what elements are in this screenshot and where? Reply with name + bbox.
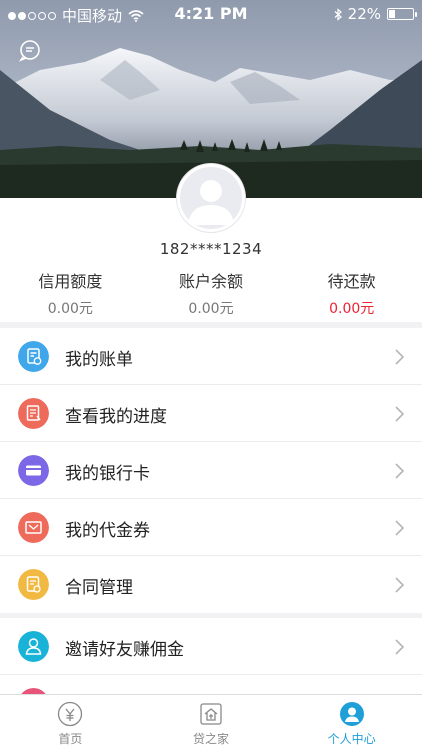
stat-value: 0.00元 xyxy=(47,301,93,317)
bill-icon xyxy=(18,341,49,372)
stat-label: 信用额度 xyxy=(38,272,103,291)
stat-value: 0.00元 xyxy=(329,301,375,317)
stat-credit-limit[interactable]: 信用额度 0.00元 xyxy=(0,268,141,318)
invite-icon xyxy=(18,631,49,662)
menu-label: 合同管理 xyxy=(65,578,133,598)
screen: 中国移动 4:21 PM 22% 182****1234 信用额度 0.00元 … xyxy=(0,0,422,750)
menu-primary: 我的账单 查看我的进度 我的银行卡 我的代金券 合同管理 xyxy=(0,328,422,613)
menu-item-vouchers[interactable]: 我的代金券 xyxy=(0,499,422,556)
phone-number: 182****1234 xyxy=(159,240,263,258)
tab-loan-home[interactable]: 贷之家 xyxy=(141,695,282,750)
home-yen-icon xyxy=(58,701,83,727)
battery-icon xyxy=(387,8,417,20)
chevron-right-icon xyxy=(395,577,404,593)
tab-home[interactable]: 首页 xyxy=(0,695,141,750)
menu-item-progress[interactable]: 查看我的进度 xyxy=(0,385,422,442)
tab-label: 首页 xyxy=(58,732,83,746)
battery-level xyxy=(389,10,395,18)
menu-label: 我的代金券 xyxy=(65,521,150,541)
avatar[interactable] xyxy=(177,164,245,232)
menu-label: 我的账单 xyxy=(65,350,133,370)
account-stats: 信用额度 0.00元 账户余额 0.00元 待还款 0.00元 xyxy=(0,268,422,318)
tab-label: 个人中心 xyxy=(327,732,376,746)
menu-item-invite-friends[interactable]: 邀请好友赚佣金 xyxy=(0,618,422,675)
menu-item-bills[interactable]: 我的账单 xyxy=(0,328,422,385)
voucher-icon xyxy=(18,512,49,543)
menu-item-contracts[interactable]: 合同管理 xyxy=(0,556,422,613)
status-right: 22% xyxy=(334,5,417,23)
menu-label: 邀请好友赚佣金 xyxy=(65,640,184,660)
stat-value: 0.00元 xyxy=(188,301,234,317)
stat-label: 待还款 xyxy=(327,272,376,291)
chevron-right-icon xyxy=(395,639,404,655)
tab-user-center[interactable]: 个人中心 xyxy=(281,695,422,750)
menu-item-bank-cards[interactable]: 我的银行卡 xyxy=(0,442,422,499)
chevron-right-icon xyxy=(395,520,404,536)
bluetooth-icon xyxy=(334,7,342,21)
message-icon[interactable] xyxy=(18,38,42,62)
stat-balance[interactable]: 账户余额 0.00元 xyxy=(141,268,282,318)
status-bar: 中国移动 4:21 PM 22% xyxy=(0,0,422,28)
user-center-icon xyxy=(339,702,364,726)
stat-label: 账户余额 xyxy=(179,272,244,291)
menu-label: 我的银行卡 xyxy=(65,464,150,484)
progress-icon xyxy=(18,398,49,429)
battery-percent: 22% xyxy=(347,5,381,23)
stat-pending-repayment[interactable]: 待还款 0.00元 xyxy=(281,268,422,318)
chevron-right-icon xyxy=(395,463,404,479)
tab-bar: 首页 贷之家 个人中心 xyxy=(0,694,422,750)
tab-label: 贷之家 xyxy=(193,732,230,746)
loan-home-icon xyxy=(200,703,222,725)
user-silhouette-icon xyxy=(188,180,234,225)
chevron-right-icon xyxy=(395,406,404,422)
bank-card-icon xyxy=(18,455,49,486)
menu-label: 查看我的进度 xyxy=(65,407,167,427)
chevron-right-icon xyxy=(395,349,404,365)
contract-icon xyxy=(18,569,49,600)
